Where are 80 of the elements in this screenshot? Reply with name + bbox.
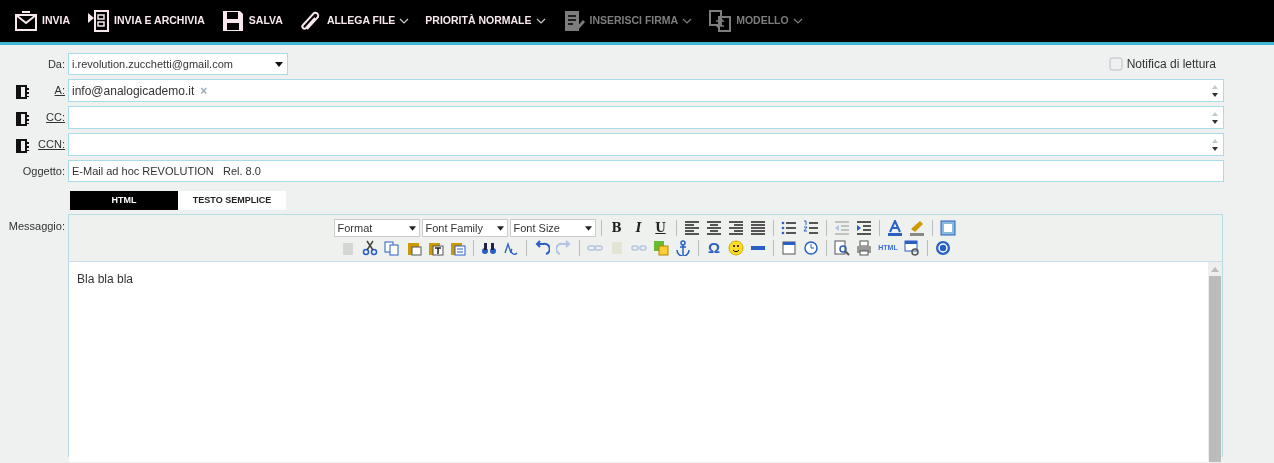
- checkbox-label: Notifica di lettura: [1126, 56, 1216, 73]
- recipient-field[interactable]: info@analogicademo.it ×: [68, 79, 1224, 102]
- clipboard-text-icon: [428, 240, 444, 256]
- caret-icon: [496, 225, 504, 231]
- toolbar-button[interactable]: [800, 219, 821, 237]
- align-left-icon: [683, 220, 700, 236]
- recipient-link[interactable]: A:: [54, 82, 65, 99]
- undo-icon: [534, 240, 550, 256]
- toolbar-button[interactable]: SALVA: [212, 0, 291, 42]
- caret-icon: [584, 225, 592, 231]
- recipient-link[interactable]: CC:: [46, 109, 65, 126]
- address-book-icon[interactable]: [16, 139, 30, 154]
- clipboard-icon: [406, 240, 422, 256]
- binoculars-icon: [481, 240, 497, 256]
- subject-field[interactable]: E-Mail ad hoc REVOLUTION Rel. 8.0: [68, 160, 1224, 182]
- format-tab[interactable]: HTML: [70, 191, 178, 210]
- align-center-icon: [705, 220, 722, 236]
- template-icon: [904, 240, 920, 256]
- caret-icon: [682, 17, 693, 25]
- format-button[interactable]: I: [628, 219, 649, 237]
- address-book-icon[interactable]: [16, 112, 30, 127]
- smiley-icon: [728, 240, 744, 256]
- scrollbar[interactable]: [1208, 262, 1222, 462]
- field-label: Oggetto:: [21, 163, 66, 179]
- toolbar-button[interactable]: [779, 239, 799, 257]
- clock-icon: [803, 240, 819, 256]
- toolbar-button[interactable]: [360, 239, 380, 257]
- toolbar-button[interactable]: INVIA E ARCHIVIA: [78, 0, 213, 42]
- caret-icon: [792, 17, 803, 25]
- toolbar-button[interactable]: [902, 239, 922, 257]
- format-button[interactable]: U: [650, 219, 671, 237]
- sender-select[interactable]: i.revolution.zucchetti@gmail.com: [68, 53, 288, 75]
- message-text: Bla bla bla: [76, 271, 135, 288]
- toolbar-button[interactable]: PRIORITÀ NORMALE: [417, 0, 554, 42]
- anchor-icon: [675, 240, 691, 256]
- outdent-icon: [833, 220, 850, 236]
- dropdown-select[interactable]: Font Size: [509, 219, 596, 237]
- field-label: Messaggio:: [7, 219, 66, 234]
- bullet-list-icon: [780, 220, 797, 236]
- replace-icon: [503, 240, 519, 256]
- format-button[interactable]: B: [606, 219, 627, 237]
- preview-icon: [834, 240, 850, 256]
- field-label: Da:: [46, 56, 66, 72]
- align-justify-icon: [749, 220, 766, 236]
- caret-icon: [274, 60, 284, 68]
- numbered-list-icon: [802, 220, 819, 236]
- text-color-icon: [886, 220, 903, 236]
- format-button[interactable]: Ω: [704, 239, 724, 257]
- indent-icon: [855, 220, 872, 236]
- redo-icon: [556, 240, 572, 256]
- toolbar-button[interactable]: ALLEGA FILE: [290, 0, 418, 42]
- recipient-field[interactable]: [68, 106, 1224, 129]
- dropdown-select[interactable]: Font Family: [421, 219, 508, 237]
- address-book-icon[interactable]: [16, 85, 30, 100]
- archive-icon: [86, 9, 110, 33]
- toolbar-button[interactable]: [801, 239, 821, 257]
- highlight-icon: [908, 220, 925, 236]
- caret-icon: [535, 17, 546, 25]
- recipient-tag: info@analogicademo.it: [72, 81, 195, 100]
- envelope-icon: [14, 9, 38, 33]
- calendar-icon: [781, 240, 797, 256]
- recipient-link[interactable]: CCN:: [38, 136, 65, 153]
- caret-icon: [408, 225, 416, 231]
- caret-icon: [399, 17, 410, 25]
- dropdown-select[interactable]: Format: [333, 219, 420, 237]
- clipboard-document-icon: [450, 240, 466, 256]
- recipient-field[interactable]: [68, 133, 1224, 156]
- toolbar-button[interactable]: INVIA: [6, 0, 78, 42]
- template-icon: [708, 9, 733, 33]
- toolbar-button[interactable]: [832, 239, 852, 257]
- toolbar-button[interactable]: [726, 239, 746, 257]
- checkbox[interactable]: [1108, 57, 1123, 71]
- scissors-icon: [362, 240, 378, 256]
- fullscreen-icon: [939, 220, 956, 236]
- save-icon: [220, 9, 245, 33]
- align-right-icon: [727, 220, 744, 236]
- printer-icon: [856, 240, 872, 256]
- format-tab[interactable]: TESTO SEMPLICE: [178, 191, 286, 210]
- image-icon: [653, 240, 669, 256]
- copy-icon: [384, 240, 400, 256]
